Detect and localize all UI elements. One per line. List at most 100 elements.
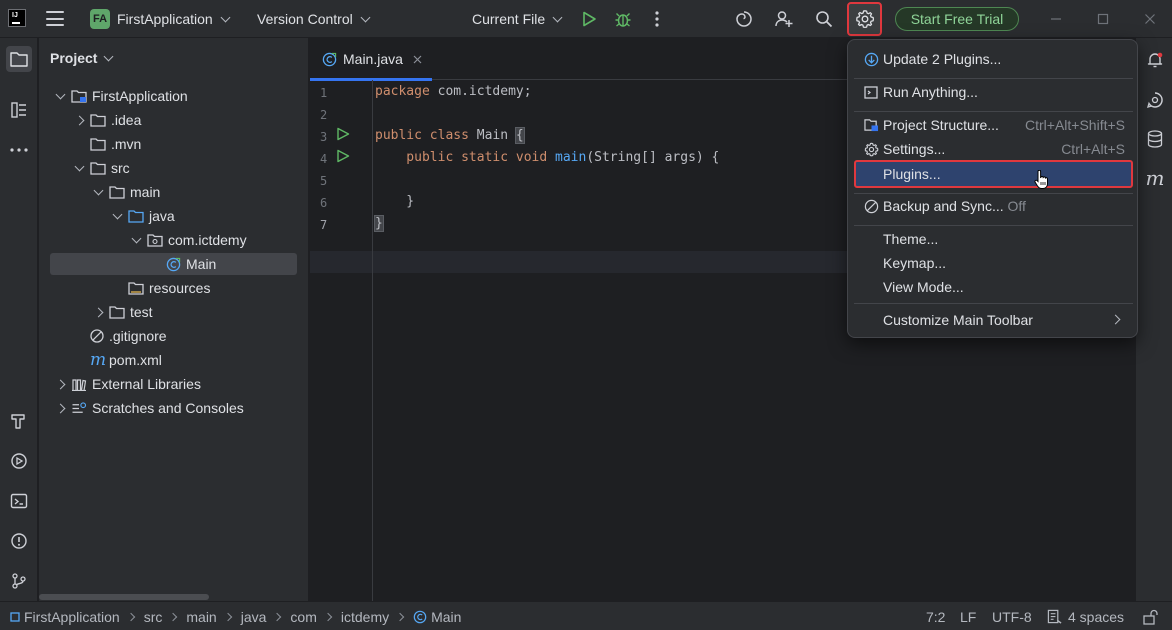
menu-item-run-anything[interactable]: Run Anything...	[854, 80, 1133, 104]
run-gutter-icon[interactable]	[336, 149, 350, 163]
logo-text: IJ	[12, 12, 18, 19]
breadcrumb-item[interactable]: com	[290, 609, 316, 625]
code-line[interactable]: public class Main {	[375, 127, 525, 144]
project-tool-button[interactable]	[6, 46, 32, 72]
start-free-trial-button[interactable]: Start Free Trial	[895, 7, 1019, 31]
run-gutter-icon[interactable]	[336, 127, 350, 141]
maximize-button[interactable]	[1093, 9, 1113, 29]
structure-tool-button[interactable]	[6, 97, 32, 123]
close-tab-icon[interactable]	[413, 55, 422, 64]
chevron-down-icon[interactable]	[72, 161, 86, 175]
code-line[interactable]: package com.ictdemy;	[375, 84, 532, 99]
close-window-button[interactable]	[1140, 9, 1160, 29]
tree-item-label: .mvn	[111, 136, 142, 152]
folder-icon	[109, 185, 125, 199]
tree-item[interactable]: test	[50, 301, 297, 323]
code-line[interactable]: }	[375, 194, 414, 209]
tree-item[interactable]: External Libraries	[50, 373, 297, 395]
run-anything-icon	[864, 85, 878, 99]
menu-item-settings[interactable]: Settings... Ctrl+Alt+S	[854, 137, 1133, 161]
gear-icon	[864, 142, 878, 156]
settings-menu: Update 2 Plugins... Run Anything... Proj…	[847, 39, 1138, 338]
breadcrumb-item[interactable]: main	[186, 609, 216, 625]
tree-item[interactable]: Main	[50, 253, 297, 275]
minimize-button[interactable]	[1046, 9, 1066, 29]
tree-item[interactable]: .idea	[50, 109, 297, 131]
tree-item[interactable]: main	[50, 181, 297, 203]
breadcrumb-item[interactable]: java	[241, 609, 267, 625]
menu-item-plugins[interactable]: Plugins...	[854, 160, 1133, 188]
indent-settings[interactable]: 4 spaces	[1047, 602, 1124, 630]
menu-item-update-plugins[interactable]: Update 2 Plugins...	[854, 47, 1133, 71]
chevron-right-icon[interactable]	[72, 113, 86, 127]
git-tool-button[interactable]	[6, 568, 32, 594]
ai-assistant-button[interactable]	[733, 8, 755, 30]
services-tool-button[interactable]	[6, 448, 32, 474]
chevron-down-icon[interactable]	[91, 185, 105, 199]
menu-item-label: Run Anything...	[883, 84, 978, 100]
tab-main-java[interactable]: Main.java	[310, 38, 432, 81]
line-separator[interactable]: LF	[960, 602, 976, 630]
file-encoding[interactable]: UTF-8	[992, 602, 1032, 630]
ai-chat-button[interactable]	[1144, 89, 1166, 111]
menu-item-shortcut: Ctrl+Alt+Shift+S	[1025, 117, 1125, 133]
chevron-right-icon[interactable]	[91, 305, 105, 319]
build-tool-button[interactable]	[6, 408, 32, 434]
database-button[interactable]	[1144, 128, 1166, 150]
tree-item[interactable]: .gitignore	[50, 325, 297, 347]
notifications-button[interactable]	[1144, 49, 1166, 71]
hammer-icon	[11, 414, 25, 429]
menu-item-project-structure[interactable]: Project Structure... Ctrl+Alt+Shift+S	[854, 113, 1133, 137]
maven-button[interactable]: m	[1144, 166, 1166, 190]
more-tools-button[interactable]	[6, 137, 32, 163]
chevron-down-icon[interactable]	[110, 209, 124, 223]
run-config-selector[interactable]: Current File	[472, 0, 563, 38]
code-line[interactable]: public static void main(String[] args) {	[375, 150, 719, 165]
tree-item[interactable]: .mvn	[50, 133, 297, 155]
tree-item[interactable]: resources	[50, 277, 297, 299]
read-only-toggle[interactable]	[1142, 602, 1158, 630]
tree-item[interactable]: com.ictdemy	[50, 229, 297, 251]
breadcrumb-item[interactable]: Main	[431, 609, 461, 625]
menu-item-backup-sync[interactable]: Backup and Sync... Off	[854, 194, 1133, 218]
tree-item[interactable]: m pom.xml	[50, 349, 297, 371]
code-with-me-button[interactable]	[773, 8, 795, 30]
package-icon	[147, 233, 163, 247]
menu-item-view-mode[interactable]: View Mode...	[854, 275, 1133, 299]
problems-tool-button[interactable]	[6, 528, 32, 554]
intellij-logo-icon[interactable]: IJ	[8, 9, 26, 27]
menu-item-customize-toolbar[interactable]: Customize Main Toolbar	[854, 308, 1133, 332]
breadcrumb-item[interactable]: FirstApplication	[24, 609, 120, 625]
indent-icon	[1047, 609, 1062, 624]
caret-position[interactable]: 7:2	[926, 602, 945, 630]
settings-button[interactable]	[847, 2, 882, 36]
menu-item-keymap[interactable]: Keymap...	[854, 251, 1133, 275]
chevron-right-icon[interactable]	[53, 377, 67, 391]
libraries-icon	[72, 378, 87, 391]
search-everywhere-button[interactable]	[813, 8, 835, 30]
menu-item-theme[interactable]: Theme...	[854, 227, 1133, 251]
chevron-down-icon[interactable]	[129, 233, 143, 247]
chevron-right-icon[interactable]	[53, 401, 67, 415]
project-switcher[interactable]: FA FirstApplication	[90, 0, 231, 38]
terminal-tool-button[interactable]	[6, 488, 32, 514]
tree-item[interactable]: java	[50, 205, 297, 227]
debug-button[interactable]	[612, 8, 634, 30]
main-menu-icon[interactable]	[46, 11, 64, 26]
line-number-current: 7	[320, 218, 328, 232]
vcs-switcher[interactable]: Version Control	[257, 0, 371, 38]
tree-item[interactable]: Scratches and Consoles	[50, 397, 297, 419]
more-actions-button[interactable]	[646, 8, 668, 30]
code-line[interactable]: }	[374, 215, 384, 232]
tree-item[interactable]: src	[50, 157, 297, 179]
menu-separator	[854, 303, 1133, 304]
source-folder-icon	[128, 209, 144, 223]
breadcrumb-item[interactable]: ictdemy	[341, 609, 389, 625]
tree-item[interactable]: FirstApplication	[50, 85, 297, 107]
chevron-down-icon[interactable]	[53, 89, 67, 103]
menu-item-label: Backup and Sync...	[883, 198, 1004, 214]
horizontal-scrollbar[interactable]	[39, 594, 209, 600]
project-panel-header[interactable]: Project	[50, 50, 114, 66]
run-button[interactable]	[578, 8, 600, 30]
breadcrumb-item[interactable]: src	[144, 609, 163, 625]
